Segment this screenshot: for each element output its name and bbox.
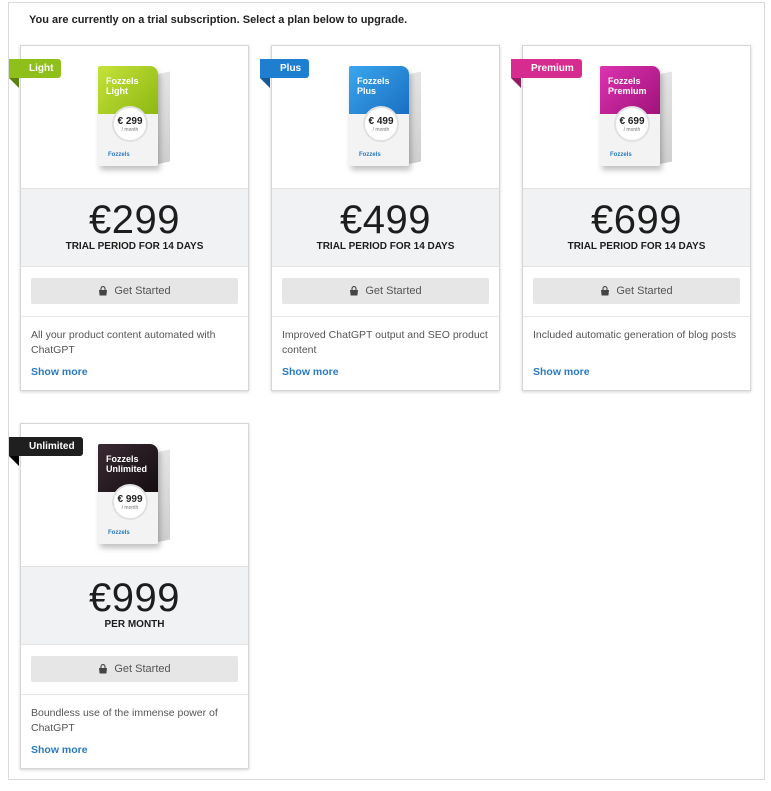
get-started-label: Get Started bbox=[616, 285, 673, 297]
shopping-bag-icon bbox=[98, 286, 108, 296]
product-image: Premium Fozzels Premium € 699 / month Fo… bbox=[511, 46, 750, 188]
get-started-label: Get Started bbox=[365, 285, 422, 297]
box-price: € 499 bbox=[368, 116, 394, 127]
get-started-button[interactable]: Get Started bbox=[31, 278, 238, 304]
shopping-bag-icon bbox=[349, 286, 359, 296]
plan-card-plus: Plus Fozzels Plus € 499 / month Fozzels … bbox=[260, 45, 500, 391]
shopping-bag-icon bbox=[98, 664, 108, 674]
plan-price: €299 bbox=[89, 198, 180, 242]
product-box: Fozzels Plus € 499 / month Fozzels bbox=[349, 60, 423, 170]
product-box: Fozzels Light € 299 / month Fozzels bbox=[98, 60, 172, 170]
box-name-line1: Fozzels bbox=[608, 76, 641, 86]
box-side bbox=[660, 71, 672, 164]
box-name-line2: Unlimited bbox=[106, 464, 148, 474]
box-price-badge: € 699 / month bbox=[614, 106, 650, 142]
plan-period: TRIAL PERIOD FOR 14 DAYS bbox=[316, 241, 455, 252]
box-name: Fozzels Unlimited bbox=[106, 454, 158, 474]
get-started-button[interactable]: Get Started bbox=[533, 278, 740, 304]
show-more-link[interactable]: Show more bbox=[533, 366, 590, 378]
ribbon-fold bbox=[260, 78, 270, 88]
trial-notice: You are currently on a trial subscriptio… bbox=[29, 14, 408, 26]
plan-price: €999 bbox=[89, 576, 180, 620]
plan-price: €699 bbox=[591, 198, 682, 242]
get-started-button[interactable]: Get Started bbox=[282, 278, 489, 304]
plan-period: TRIAL PERIOD FOR 14 DAYS bbox=[567, 241, 706, 252]
box-name: Fozzels Light bbox=[106, 76, 158, 96]
box-per: / month bbox=[121, 127, 139, 133]
box-name: Fozzels Premium bbox=[608, 76, 660, 96]
box-brand-logo: Fozzels bbox=[359, 152, 381, 158]
box-name-line2: Plus bbox=[357, 86, 377, 96]
price-band: €499 TRIAL PERIOD FOR 14 DAYS bbox=[272, 188, 499, 267]
plan-description: All your product content automated with … bbox=[31, 329, 216, 356]
ribbon-fold bbox=[511, 78, 521, 88]
plan-ribbon: Unlimited bbox=[9, 437, 83, 456]
product-box: Fozzels Unlimited € 999 / month Fozzels bbox=[98, 438, 172, 548]
box-name-line1: Fozzels bbox=[106, 76, 139, 86]
plan-period: PER MONTH bbox=[104, 619, 165, 630]
plan-card-light: Light Fozzels Light € 299 / month Fozzel… bbox=[9, 45, 249, 391]
plan-price: €499 bbox=[340, 198, 431, 242]
plan-ribbon: Plus bbox=[260, 59, 310, 78]
plan-ribbon: Premium bbox=[511, 59, 582, 78]
box-price-badge: € 999 / month bbox=[112, 484, 148, 520]
box-name-line1: Fozzels bbox=[357, 76, 390, 86]
show-more-link[interactable]: Show more bbox=[31, 366, 88, 378]
box-name-line1: Fozzels bbox=[106, 454, 139, 464]
price-band: €299 TRIAL PERIOD FOR 14 DAYS bbox=[21, 188, 248, 267]
product-box: Fozzels Premium € 699 / month Fozzels bbox=[600, 60, 674, 170]
plan-description: Improved ChatGPT output and SEO product … bbox=[282, 329, 488, 356]
box-side bbox=[158, 71, 170, 164]
box-brand-logo: Fozzels bbox=[610, 152, 632, 158]
plan-description: Included automatic generation of blog po… bbox=[533, 329, 737, 341]
show-more-link[interactable]: Show more bbox=[31, 744, 88, 756]
box-front: Fozzels Unlimited € 999 / month Fozzels bbox=[98, 444, 158, 544]
plan-card-premium: Premium Fozzels Premium € 699 / month Fo… bbox=[511, 45, 751, 391]
get-started-label: Get Started bbox=[114, 663, 171, 675]
shopping-bag-icon bbox=[600, 286, 610, 296]
box-price: € 699 bbox=[619, 116, 645, 127]
box-front: Fozzels Plus € 499 / month Fozzels bbox=[349, 66, 409, 166]
get-started-label: Get Started bbox=[114, 285, 171, 297]
box-per: / month bbox=[372, 127, 390, 133]
box-name-line2: Premium bbox=[608, 86, 647, 96]
product-image: Plus Fozzels Plus € 499 / month Fozzels bbox=[260, 46, 499, 188]
box-front: Fozzels Light € 299 / month Fozzels bbox=[98, 66, 158, 166]
plan-ribbon: Light bbox=[9, 59, 62, 78]
ribbon-fold bbox=[9, 78, 19, 88]
box-name-line2: Light bbox=[106, 86, 128, 96]
show-more-link[interactable]: Show more bbox=[282, 366, 339, 378]
box-brand-logo: Fozzels bbox=[108, 152, 130, 158]
price-band: €999 PER MONTH bbox=[21, 566, 248, 645]
box-brand-logo: Fozzels bbox=[108, 530, 130, 536]
plan-description: Boundless use of the immense power of Ch… bbox=[31, 707, 218, 734]
divider bbox=[523, 316, 750, 317]
product-image: Unlimited Fozzels Unlimited € 999 / mont… bbox=[9, 424, 248, 566]
box-price-badge: € 299 / month bbox=[112, 106, 148, 142]
plan-period: TRIAL PERIOD FOR 14 DAYS bbox=[65, 241, 204, 252]
divider bbox=[272, 316, 499, 317]
box-price: € 299 bbox=[117, 116, 143, 127]
box-side bbox=[409, 71, 421, 164]
box-side bbox=[158, 449, 170, 542]
box-front: Fozzels Premium € 699 / month Fozzels bbox=[600, 66, 660, 166]
divider bbox=[21, 316, 248, 317]
divider bbox=[21, 694, 248, 695]
box-per: / month bbox=[121, 505, 139, 511]
plan-card-unlimited: Unlimited Fozzels Unlimited € 999 / mont… bbox=[9, 423, 249, 769]
box-price: € 999 bbox=[117, 494, 143, 505]
box-price-badge: € 499 / month bbox=[363, 106, 399, 142]
price-band: €699 TRIAL PERIOD FOR 14 DAYS bbox=[523, 188, 750, 267]
ribbon-fold bbox=[9, 456, 19, 466]
box-name: Fozzels Plus bbox=[357, 76, 409, 96]
product-image: Light Fozzels Light € 299 / month Fozzel… bbox=[9, 46, 248, 188]
box-per: / month bbox=[623, 127, 641, 133]
get-started-button[interactable]: Get Started bbox=[31, 656, 238, 682]
